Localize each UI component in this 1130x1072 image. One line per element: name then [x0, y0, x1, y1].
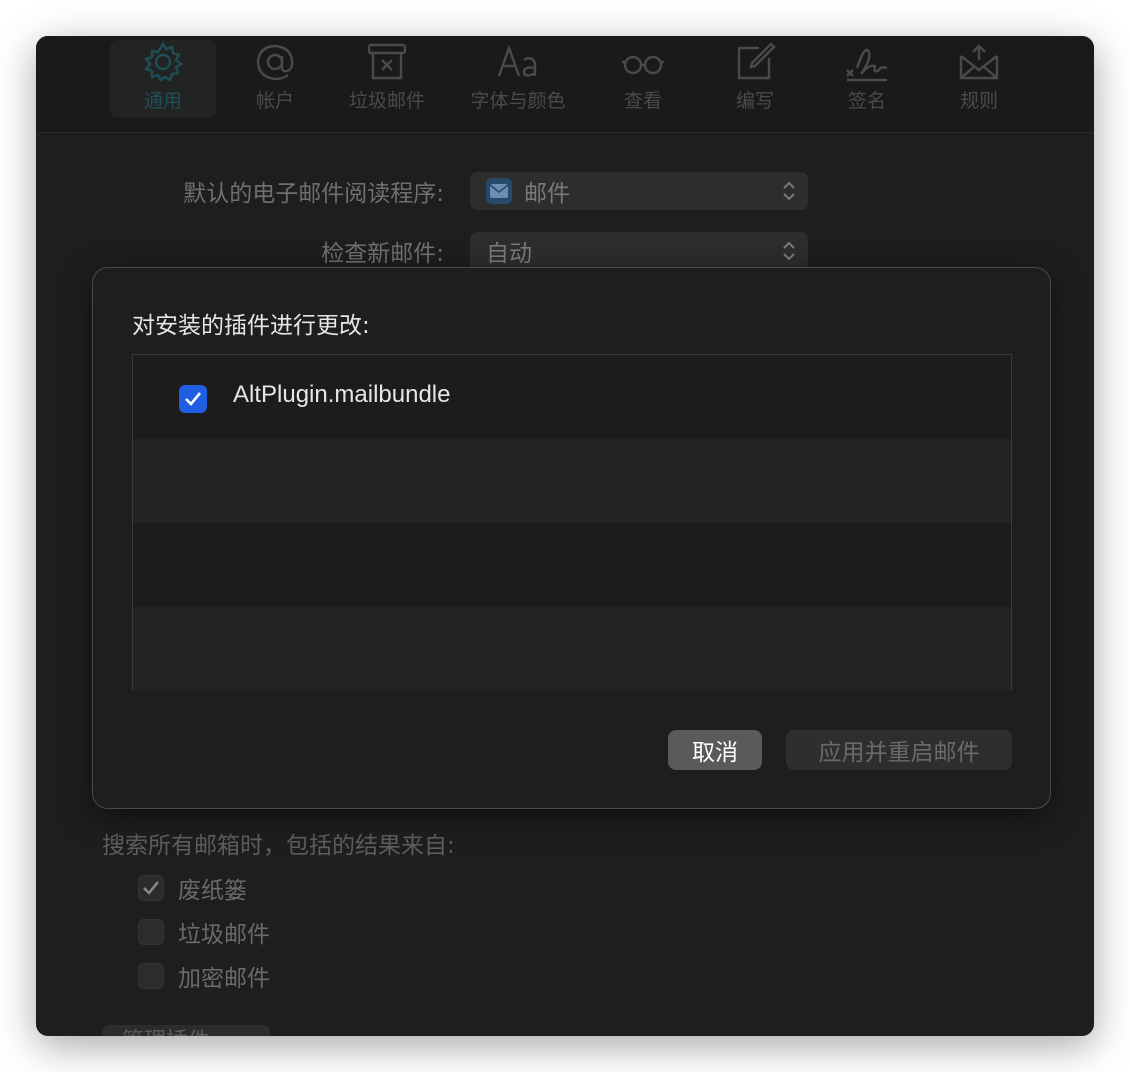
search-section-title: 搜索所有邮箱时，包括的结果来自:: [102, 833, 455, 859]
check-mail-label: 检查新邮件:: [321, 241, 444, 267]
tab-viewing-label: 查看: [623, 90, 662, 112]
option-label: 垃圾邮件: [178, 922, 270, 948]
tab-viewing[interactable]: 查看: [590, 40, 696, 118]
plugins-sheet: 对安装的插件进行更改: AltPlugin.mailbundle 取消 应用并重…: [92, 267, 1051, 809]
glasses-icon: [622, 55, 664, 75]
popup-chevron-icon: [783, 241, 795, 261]
list-item[interactable]: AltPlugin.mailbundle: [133, 355, 1011, 439]
preferences-toolbar: 通用 帐户 垃圾邮件 字体与颜色 查看 编写 签名 规则: [36, 36, 1094, 133]
apply-restart-button[interactable]: 应用并重启邮件: [786, 730, 1012, 770]
tab-fonts-colors-label: 字体与颜色: [470, 90, 566, 112]
tab-signatures-label: 签名: [847, 90, 886, 112]
check-mail-popup[interactable]: 自动: [470, 232, 808, 270]
gear-icon: [143, 41, 184, 82]
manage-plugins-button[interactable]: 管理插件…: [102, 1025, 270, 1036]
checkbox[interactable]: [138, 875, 164, 901]
search-option-encrypted[interactable]: 加密邮件: [138, 962, 270, 992]
font-icon: [497, 44, 537, 77]
mail-app-icon: [486, 178, 512, 204]
default-reader-popup[interactable]: 邮件: [470, 172, 808, 210]
tab-composing-label: 编写: [735, 90, 774, 112]
option-label: 加密邮件: [178, 966, 270, 992]
plugin-name: AltPlugin.mailbundle: [233, 381, 451, 408]
checkbox[interactable]: [138, 963, 164, 989]
check-mail-value: 自动: [486, 241, 532, 267]
plugin-checkbox[interactable]: [179, 385, 207, 413]
default-reader-value: 邮件: [524, 181, 570, 207]
tab-fonts-colors[interactable]: 字体与颜色: [458, 40, 578, 118]
option-label: 废纸篓: [178, 878, 247, 904]
checkmark-icon: [185, 392, 202, 406]
tab-composing[interactable]: 编写: [702, 40, 808, 118]
search-option-junk[interactable]: 垃圾邮件: [138, 918, 270, 948]
rules-envelope-icon: [959, 44, 999, 80]
plugins-list: AltPlugin.mailbundle: [132, 354, 1012, 691]
tab-general[interactable]: 通用: [110, 40, 216, 118]
list-item-empty: [133, 523, 1011, 607]
junk-tray-icon: [367, 43, 407, 80]
list-item-empty: [133, 439, 1011, 523]
tab-signatures[interactable]: 签名: [814, 40, 920, 118]
compose-icon: [737, 42, 776, 80]
search-option-trash[interactable]: 废纸篓: [138, 874, 247, 904]
tab-junk[interactable]: 垃圾邮件: [334, 40, 440, 118]
cancel-button[interactable]: 取消: [668, 730, 762, 770]
popup-chevron-icon: [783, 181, 795, 201]
at-icon: [256, 44, 294, 81]
default-reader-label: 默认的电子邮件阅读程序:: [183, 181, 444, 207]
tab-accounts[interactable]: 帐户: [222, 40, 328, 118]
signature-icon: [846, 48, 888, 82]
checkmark-icon: [143, 881, 159, 895]
tab-junk-label: 垃圾邮件: [348, 90, 425, 112]
tab-rules[interactable]: 规则: [926, 40, 1032, 118]
checkbox[interactable]: [138, 919, 164, 945]
tab-accounts-label: 帐户: [255, 90, 294, 112]
tab-general-label: 通用: [143, 90, 182, 112]
sheet-title: 对安装的插件进行更改:: [132, 313, 370, 339]
list-item-empty: [133, 607, 1011, 691]
tab-rules-label: 规则: [959, 90, 998, 112]
